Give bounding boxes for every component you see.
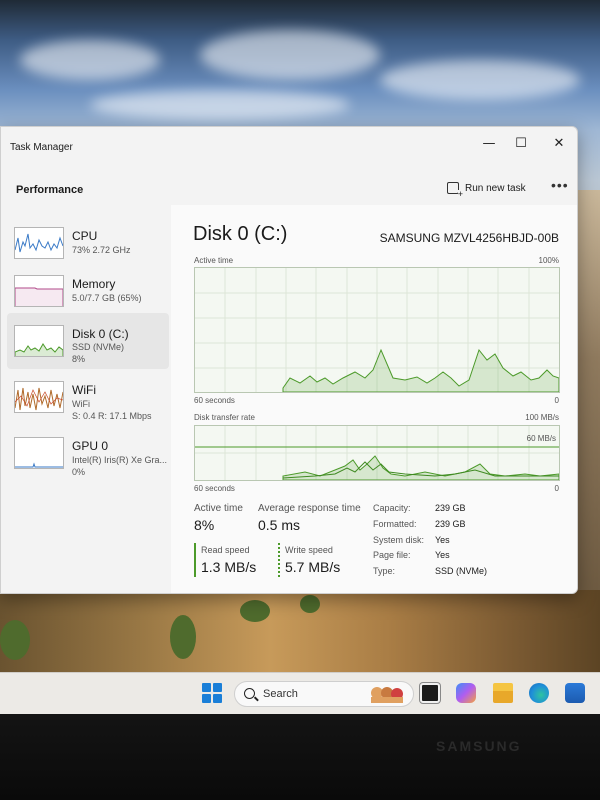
sidebar-item-detail: 73% 2.72 GHz <box>72 245 131 255</box>
transfer-rate-chart: 60 MB/s <box>194 425 560 481</box>
formatted-label: Formatted: <box>373 519 417 529</box>
taskbar-search[interactable]: Search <box>234 681 414 707</box>
active-time-x-end: 0 <box>554 396 559 405</box>
task-manager-window: Task Manager — ☐ ✕ Performance Run new t… <box>0 126 578 594</box>
wallpaper-cliff <box>0 590 600 680</box>
gpu-mini-graph <box>14 437 64 469</box>
sidebar-item-label: Memory <box>72 277 116 291</box>
read-speed-indicator <box>194 543 196 577</box>
close-button[interactable]: ✕ <box>543 133 575 155</box>
write-speed-indicator <box>278 543 280 577</box>
sidebar-item-usage: 0% <box>72 467 86 477</box>
sidebar-item-detail: Intel(R) Iris(R) Xe Gra... <box>72 455 168 465</box>
transfer-rate-x-start: 60 seconds <box>194 484 235 493</box>
device-brand-logo: SAMSUNG <box>436 738 522 754</box>
active-time-chart-max: 100% <box>538 256 559 265</box>
cloud <box>20 40 160 80</box>
file-explorer-icon[interactable] <box>493 683 513 703</box>
search-placeholder: Search <box>263 688 298 700</box>
type-value: SSD (NVMe) <box>435 566 488 576</box>
store-icon[interactable] <box>565 683 585 703</box>
sidebar-item-gpu[interactable]: GPU 0 Intel(R) Iris(R) Xe Gra... 0% <box>7 425 169 481</box>
type-label: Type: <box>373 566 396 576</box>
sidebar-item-detail: 5.0/7.7 GB (65%) <box>72 293 142 303</box>
disk-model: SAMSUNG MZVL4256HBJD-00B <box>379 231 559 245</box>
active-time-label: Active time <box>194 503 243 514</box>
performance-sidebar: CPU 73% 2.72 GHz Memory 5.0/7.7 GB (65%)… <box>7 209 171 589</box>
wifi-mini-graph <box>14 381 64 413</box>
run-new-task-label: Run new task <box>465 182 526 194</box>
active-time-x-start: 60 seconds <box>194 396 235 405</box>
page-title: Performance <box>16 184 84 196</box>
run-new-task-button[interactable]: Run new task <box>447 179 526 199</box>
sidebar-item-label: GPU 0 <box>72 439 109 453</box>
transfer-rate-x-end: 0 <box>554 484 559 493</box>
title-bar[interactable]: Task Manager — ☐ ✕ <box>1 127 577 167</box>
write-speed-label: Write speed <box>285 545 333 555</box>
sidebar-item-memory[interactable]: Memory 5.0/7.7 GB (65%) <box>7 263 169 319</box>
memory-mini-graph <box>14 275 64 307</box>
disk-detail-panel: Disk 0 (C:) SAMSUNG MZVL4256HBJD-00B Act… <box>171 205 577 593</box>
avg-response-value: 0.5 ms <box>258 517 301 533</box>
disk-title: Disk 0 (C:) <box>193 223 288 245</box>
maximize-button[interactable]: ☐ <box>505 133 537 155</box>
capacity-label: Capacity: <box>373 503 411 513</box>
laptop-bezel: SAMSUNG <box>0 714 600 800</box>
sidebar-item-label: Disk 0 (C:) <box>72 327 129 341</box>
read-speed-value: 1.3 MB/s <box>201 559 257 575</box>
windows-start-icon[interactable] <box>202 683 222 703</box>
sidebar-item-label: CPU <box>72 229 98 243</box>
sidebar-item-usage: 8% <box>72 354 86 364</box>
run-task-icon <box>447 182 463 199</box>
formatted-value: 239 GB <box>435 519 466 529</box>
search-icon <box>244 688 255 699</box>
sidebar-item-detail: WiFi <box>72 399 90 409</box>
sidebar-item-detail: SSD (NVMe) <box>72 342 125 352</box>
write-speed-value: 5.7 MB/s <box>285 559 341 575</box>
sidebar-item-throughput: S: 0.4 R: 17.1 Mbps <box>72 411 152 421</box>
sidebar-item-wifi[interactable]: WiFi WiFi S: 0.4 R: 17.1 Mbps <box>7 369 169 425</box>
taskbar: Search <box>0 672 600 714</box>
more-options-button[interactable]: ••• <box>551 177 569 193</box>
system-disk-label: System disk: <box>373 535 425 545</box>
transfer-rate-chart-title: Disk transfer rate <box>194 413 255 422</box>
cloud <box>90 90 350 120</box>
sidebar-item-disk[interactable]: Disk 0 (C:) SSD (NVMe) 8% <box>7 313 169 369</box>
cloud <box>380 60 580 100</box>
minimize-button[interactable]: — <box>473 133 505 155</box>
capacity-value: 239 GB <box>435 503 466 513</box>
task-view-icon[interactable] <box>420 683 440 703</box>
search-highlight-icon <box>371 687 403 703</box>
copilot-icon[interactable] <box>456 683 476 703</box>
sidebar-item-label: WiFi <box>72 383 96 397</box>
cpu-mini-graph <box>14 227 64 259</box>
page-file-value: Yes <box>435 550 450 560</box>
page-file-label: Page file: <box>373 550 411 560</box>
read-speed-label: Read speed <box>201 545 250 555</box>
transfer-rate-reference: 60 MB/s <box>526 434 556 443</box>
active-time-chart-title: Active time <box>194 256 234 265</box>
edge-browser-icon[interactable] <box>529 683 549 703</box>
active-time-value: 8% <box>194 517 215 533</box>
active-time-chart <box>194 267 560 393</box>
avg-response-label: Average response time <box>258 503 361 514</box>
wallpaper-building <box>578 190 600 610</box>
page-header: Performance Run new task ••• <box>1 167 577 205</box>
system-disk-value: Yes <box>435 535 450 545</box>
cloud <box>200 30 380 80</box>
disk-mini-graph <box>14 325 64 357</box>
transfer-rate-chart-max: 100 MB/s <box>525 413 559 422</box>
app-title: Task Manager <box>10 142 73 153</box>
